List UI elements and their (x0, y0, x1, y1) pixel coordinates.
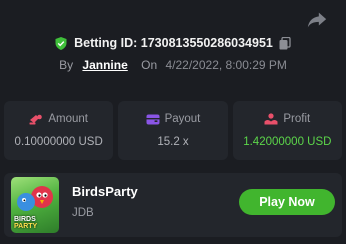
copy-icon[interactable] (279, 37, 292, 50)
betting-id-label: Betting ID: (74, 36, 138, 50)
shield-check-icon (55, 37, 67, 50)
bettor-info-row: By Jannine On 4/22/2022, 8:00:29 PM (0, 58, 346, 72)
stat-card-profit: Profit 1.42000000 USD (232, 101, 342, 160)
stat-head-profit: Profit (264, 113, 310, 125)
wallet-icon (146, 114, 160, 124)
bet-date: 4/22/2022, 8:00:29 PM (165, 58, 287, 72)
stat-head-amount: Amount (29, 113, 88, 125)
stat-value-payout: 15.2 x (157, 136, 189, 148)
stat-head-payout: Payout (146, 113, 201, 125)
game-provider: JDB (72, 207, 94, 219)
stat-label-amount: Amount (48, 113, 88, 125)
game-name[interactable]: BirdsParty (72, 184, 138, 199)
stat-value-amount: 0.10000000 USD (14, 136, 103, 148)
bet-stats: Amount 0.10000000 USD Payout 15.2 x Prof… (4, 101, 342, 160)
stat-label-payout: Payout (164, 113, 201, 125)
thumb-text-top: BIRDS (14, 216, 36, 223)
play-now-button[interactable]: Play Now (239, 189, 335, 215)
user-link[interactable]: Jannine (82, 58, 127, 72)
stat-card-amount: Amount 0.10000000 USD (4, 101, 114, 160)
profit-icon (264, 113, 278, 125)
stat-label-profit: Profit (283, 113, 311, 125)
game-card: BIRDS PARTY BirdsParty JDB Play Now (4, 173, 342, 237)
by-label: By (59, 58, 74, 72)
coins-icon (29, 114, 43, 125)
betting-id-row: Betting ID: 1730813550286034951 (0, 36, 346, 50)
game-thumbnail[interactable]: BIRDS PARTY (11, 177, 59, 233)
stat-value-profit: 1.42000000 USD (243, 136, 332, 148)
stat-card-payout: Payout 15.2 x (118, 101, 228, 160)
betting-id-value: 1730813550286034951 (140, 36, 273, 50)
share-icon[interactable] (306, 10, 328, 30)
thumb-text-bottom: PARTY (14, 223, 38, 230)
on-label: On (141, 58, 158, 72)
